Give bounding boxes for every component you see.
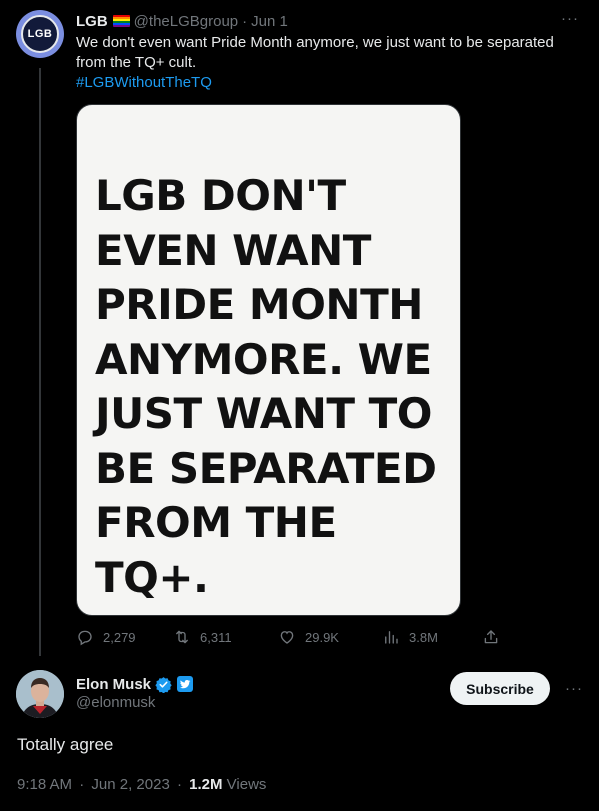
like-button[interactable]: 29.9K — [278, 628, 339, 646]
parent-date[interactable]: Jun 1 — [251, 13, 288, 30]
reply-more-options-icon[interactable]: ··· — [565, 680, 583, 697]
parent-handle[interactable]: @theLGBgroup — [134, 13, 238, 30]
reply-tweet-text: Totally agree — [17, 735, 114, 754]
subscribe-button[interactable]: Subscribe — [450, 672, 550, 705]
retweet-button[interactable]: 6,311 — [173, 628, 232, 646]
meta-separator-2: · — [176, 776, 182, 793]
like-count: 29.9K — [305, 629, 339, 645]
hashtag-link[interactable]: #LGBWithoutTheTQ — [76, 73, 581, 93]
share-button[interactable] — [482, 628, 509, 646]
verified-badge-icon — [155, 676, 172, 693]
bird-icon — [180, 679, 191, 689]
reply-header: Elon Musk — [76, 674, 194, 694]
retweet-count: 6,311 — [200, 629, 232, 645]
views-count-parent: 3.8M — [409, 629, 438, 645]
thread-connector-line — [39, 68, 41, 656]
reply-icon — [78, 630, 92, 646]
reply-button[interactable]: 2,279 — [76, 628, 136, 646]
more-options-icon[interactable]: ··· — [561, 10, 579, 27]
parent-tweet-header: LGB @theLGBgroup · Jun 1 — [76, 11, 288, 31]
share-icon — [484, 630, 498, 644]
reply-views-count: 1.2M — [189, 776, 223, 793]
reply-views-label: Views — [226, 776, 267, 793]
lgb-avatar-logo: LGB — [21, 15, 59, 53]
heart-icon — [280, 631, 294, 644]
reply-display-name[interactable]: Elon Musk — [76, 676, 151, 693]
parent-display-name[interactable]: LGB — [76, 13, 108, 30]
analytics-icon — [385, 631, 398, 644]
reply-date[interactable]: Jun 2, 2023 — [91, 776, 169, 793]
meta-separator-1: · — [79, 776, 85, 793]
avatar-photo — [16, 670, 64, 718]
reply-handle[interactable]: @elonmusk — [76, 694, 155, 711]
rainbow-flag-icon — [112, 15, 130, 27]
elon-musk-avatar[interactable] — [16, 670, 64, 718]
tweet-media-image[interactable]: LGB DON'T EVEN WANT PRIDE MONTH ANYMORE.… — [76, 104, 461, 616]
parent-tweet-body: We don't even want Pride Month anymore, … — [76, 33, 581, 93]
views-button[interactable]: 3.8M — [382, 628, 438, 646]
affiliation-badge-icon[interactable] — [177, 676, 194, 692]
tweet-action-bar: 2,279 6,311 29.9K 3.8M — [76, 626, 506, 648]
reply-time[interactable]: 9:18 AM — [17, 776, 72, 793]
retweet-icon — [176, 630, 188, 644]
reply-count: 2,279 — [103, 629, 136, 645]
header-separator: · — [242, 12, 248, 30]
lgb-avatar[interactable]: LGB — [16, 10, 64, 58]
reply-meta-row: 9:18 AM · Jun 2, 2023 · 1.2M Views — [17, 776, 266, 793]
parent-tweet-text: We don't even want Pride Month anymore, … — [76, 34, 554, 71]
media-image-text: LGB DON'T EVEN WANT PRIDE MONTH ANYMORE.… — [95, 171, 437, 602]
